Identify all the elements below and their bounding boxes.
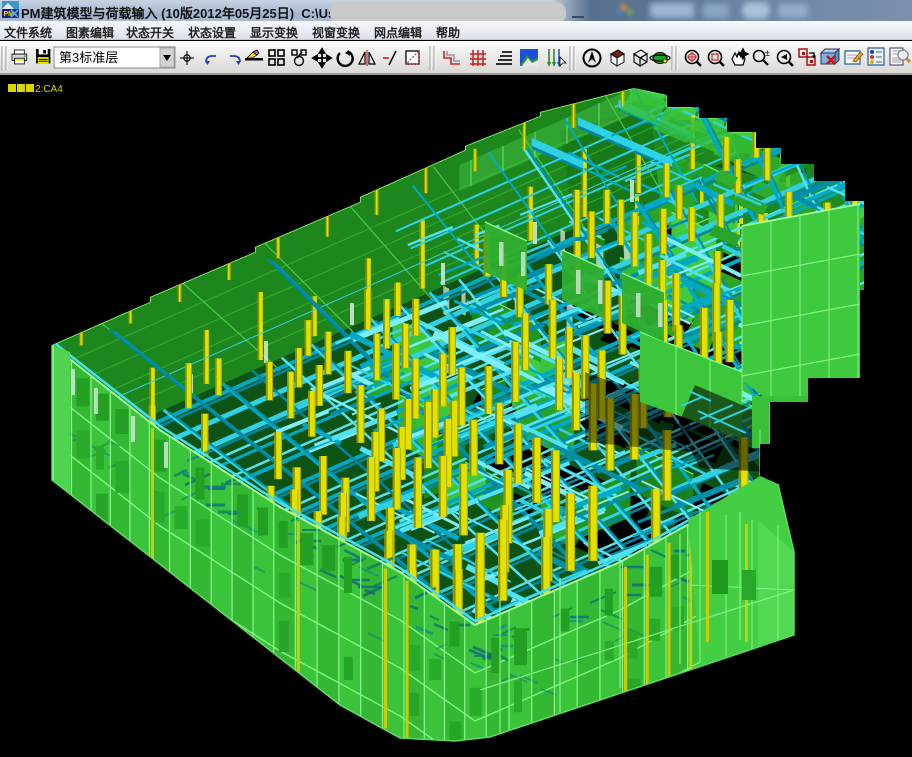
svg-text:±: ±: [765, 48, 770, 58]
svg-text:第3标准层: 第3标准层: [59, 50, 118, 65]
svg-text:2:CA4: 2:CA4: [35, 84, 63, 95]
